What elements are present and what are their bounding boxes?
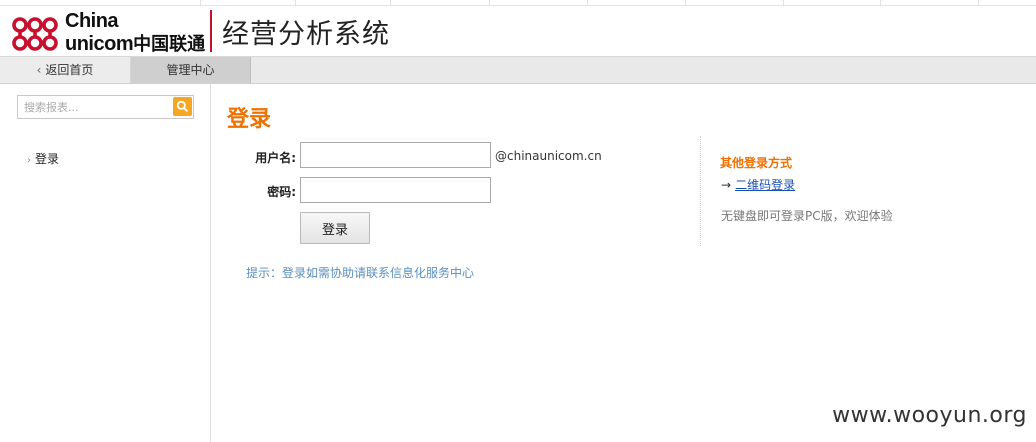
- system-title: 经营分析系统: [222, 19, 390, 50]
- sidebar-item-label: 登录: [35, 152, 60, 166]
- header: China unicom中国联通 经营分析系统: [0, 6, 1036, 56]
- navbar: ‹ 返回首页 管理中心: [0, 56, 1036, 84]
- header-divider: [210, 10, 212, 52]
- login-button[interactable]: 登录: [300, 212, 370, 244]
- other-login-note: 无键盘即可登录PC版，欢迎体验: [721, 209, 893, 223]
- chevron-left-icon: ‹: [36, 63, 42, 77]
- username-field[interactable]: [300, 142, 491, 168]
- china-unicom-logo: China unicom中国联通: [8, 10, 208, 55]
- help-hint: 提示：登录如需协助请联系信息化服务中心: [246, 266, 475, 280]
- sidebar-item-login[interactable]: › 登录: [27, 150, 59, 167]
- unicom-knot-icon: [12, 17, 58, 51]
- logo-text-unicom: unicom中国联通: [65, 33, 206, 55]
- password-label: 密码:: [267, 185, 296, 199]
- password-field[interactable]: [300, 177, 491, 203]
- nav-admin-center-label: 管理中心: [166, 63, 215, 77]
- qr-login-link[interactable]: 二维码登录: [735, 178, 795, 192]
- nav-back-home[interactable]: ‹ 返回首页: [0, 57, 131, 83]
- domain-suffix: @chinaunicom.cn: [495, 149, 602, 163]
- other-login-title: 其他登录方式: [720, 156, 793, 170]
- nav-admin-center[interactable]: 管理中心: [131, 57, 251, 83]
- qr-login-row: → 二维码登录: [721, 176, 795, 193]
- watermark: www.wooyun.org: [832, 403, 1027, 428]
- main-content: 登录 用户名: @chinaunicom.cn 密码: 登录 提示：登录如需协助…: [211, 83, 1036, 442]
- search-button[interactable]: [173, 97, 192, 116]
- username-label: 用户名:: [255, 151, 296, 165]
- chevron-right-icon: ›: [27, 155, 31, 166]
- report-search-input[interactable]: [18, 96, 180, 118]
- nav-back-home-label: 返回首页: [45, 63, 94, 77]
- report-search: [17, 95, 194, 119]
- page-title: 登录: [227, 107, 272, 132]
- arrow-right-icon: →: [721, 178, 732, 192]
- sidebar: › 登录: [0, 83, 211, 442]
- other-login-panel: 其他登录方式 → 二维码登录 无键盘即可登录PC版，欢迎体验: [700, 136, 921, 246]
- search-icon: [176, 100, 189, 113]
